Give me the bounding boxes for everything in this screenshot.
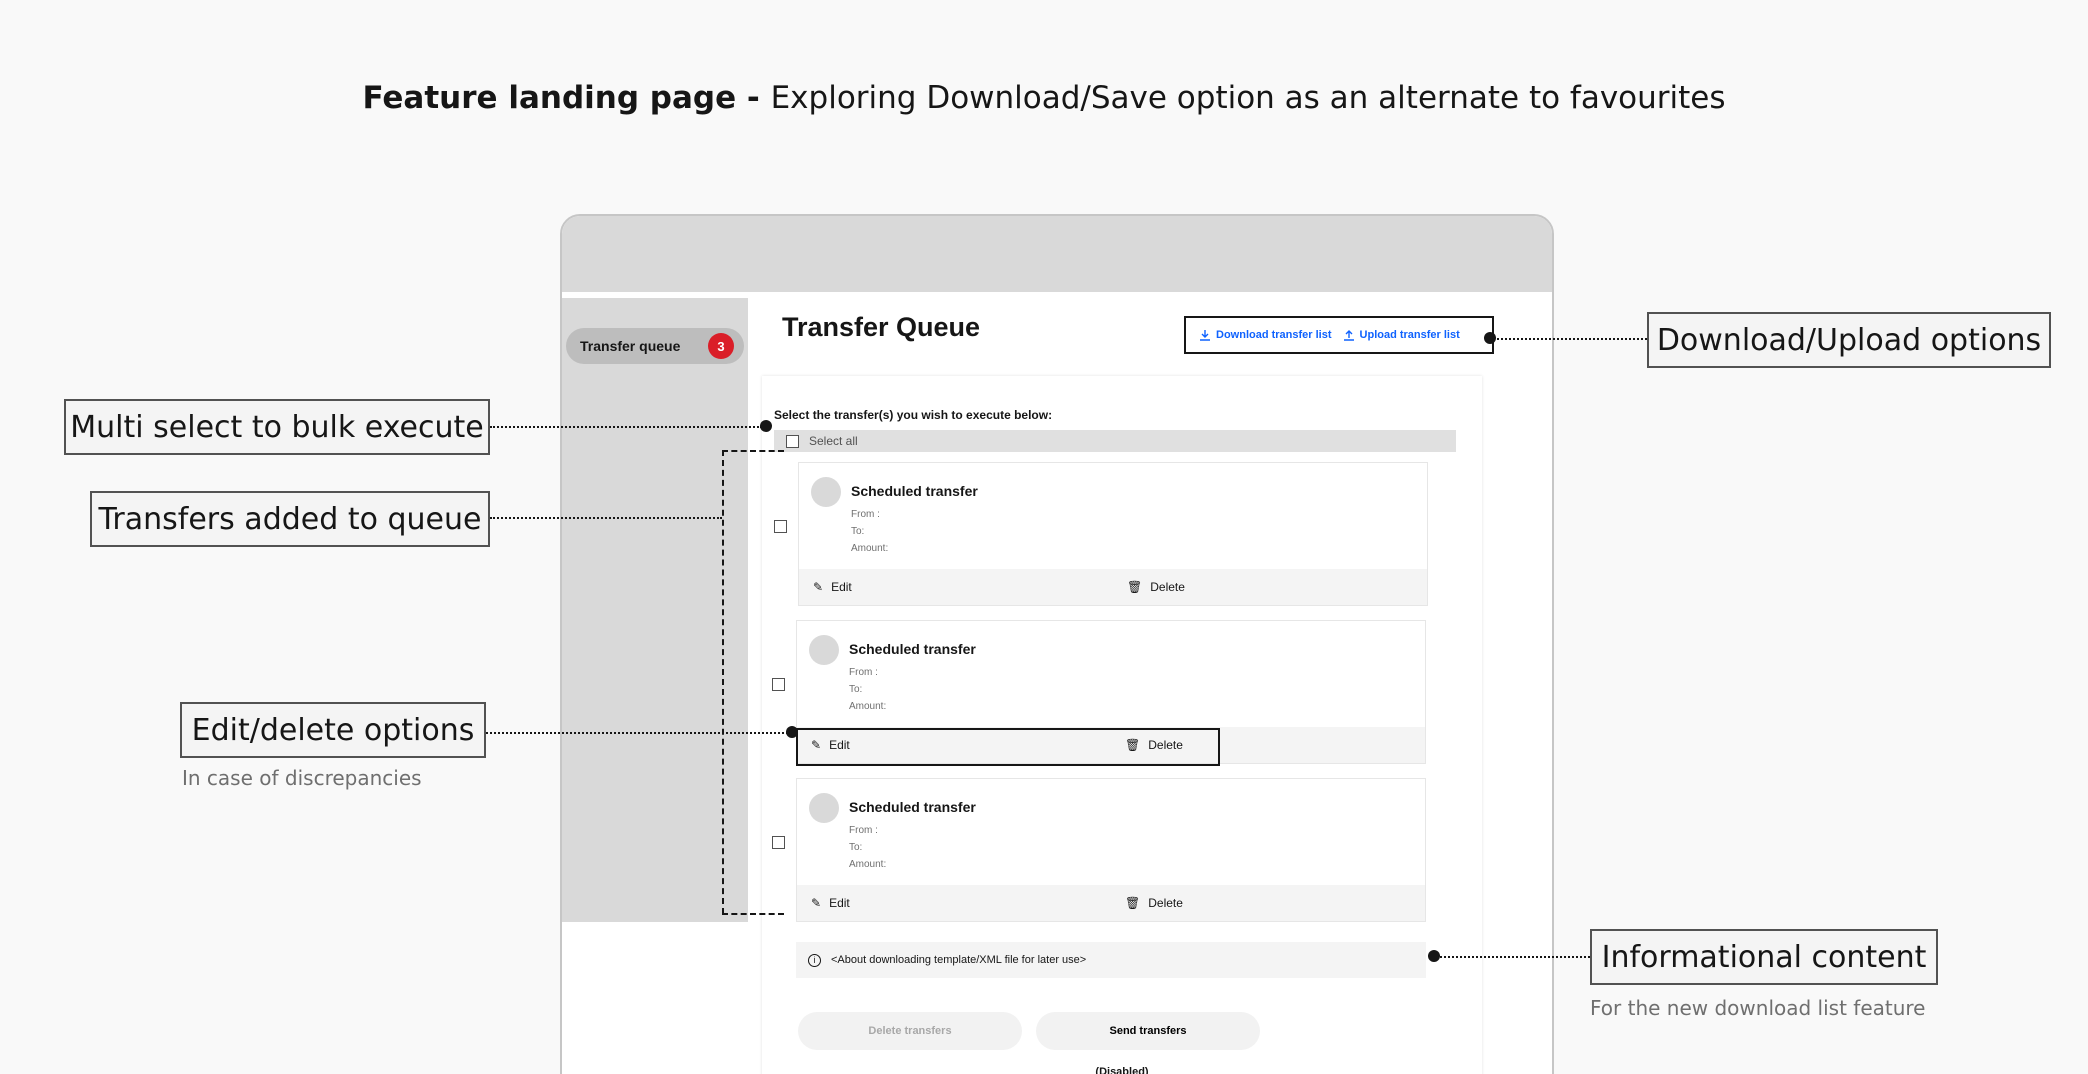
callout-download-upload: Download/Upload options bbox=[1647, 312, 2051, 368]
app-header-bar bbox=[562, 216, 1552, 292]
callout-transfers-added: Transfers added to queue bbox=[90, 491, 490, 547]
info-content-note: For the new download list feature bbox=[1590, 996, 1926, 1020]
callout-informational-content: Informational content bbox=[1590, 929, 1938, 985]
card-title: Scheduled transfer bbox=[849, 641, 976, 657]
delete-button[interactable]: 🗑 Delete bbox=[1111, 885, 1425, 921]
connector-line bbox=[1436, 956, 1590, 958]
select-all-checkbox[interactable] bbox=[786, 434, 799, 448]
card-title: Scheduled transfer bbox=[851, 483, 978, 499]
connector-line bbox=[1492, 338, 1647, 340]
delete-transfers-button[interactable]: Delete transfers bbox=[798, 1012, 1022, 1050]
sidebar-item-transfer-queue[interactable]: Transfer queue 3 bbox=[566, 328, 744, 364]
upload-transfer-list-link[interactable]: Upload transfer list bbox=[1343, 329, 1460, 341]
download-icon bbox=[1200, 329, 1210, 341]
sidebar-item-label: Transfer queue bbox=[580, 338, 681, 354]
connector-line bbox=[490, 517, 722, 519]
edit-icon: ✎ bbox=[811, 896, 822, 910]
edit-label: Edit bbox=[831, 580, 852, 594]
upload-label: Upload transfer list bbox=[1359, 329, 1460, 341]
download-transfer-list-link[interactable]: Download transfer list bbox=[1200, 329, 1332, 341]
card-checkbox[interactable] bbox=[772, 678, 785, 691]
card-title: Scheduled transfer bbox=[849, 799, 976, 815]
delete-button[interactable]: 🗑 Delete bbox=[1113, 569, 1427, 605]
queue-bracket-top bbox=[722, 450, 784, 452]
page-title: Feature landing page - Exploring Downloa… bbox=[0, 80, 2088, 116]
info-text: <About downloading template/XML file for… bbox=[831, 954, 1087, 966]
transfer-panel: Select the transfer(s) you wish to execu… bbox=[762, 376, 1482, 1074]
card-from: From : bbox=[849, 667, 878, 678]
callout-edit-delete: Edit/delete options bbox=[180, 702, 486, 758]
delete-icon: 🗑 bbox=[1125, 896, 1141, 910]
card-actions: ✎ Edit 🗑 Delete bbox=[797, 885, 1425, 921]
edit-button[interactable]: ✎ Edit bbox=[797, 885, 1111, 921]
card-to: To: bbox=[849, 842, 863, 853]
callout-multi-select: Multi select to bulk execute bbox=[64, 399, 490, 455]
transfer-card: Scheduled transfer From : To: Amount: ✎ E… bbox=[796, 778, 1426, 922]
connector-dot bbox=[760, 420, 772, 432]
queue-bracket-bottom bbox=[722, 913, 784, 915]
card-to: To: bbox=[851, 526, 865, 537]
avatar bbox=[809, 635, 839, 665]
connector-line bbox=[486, 732, 792, 734]
send-transfers-button[interactable]: Send transfers bbox=[1036, 1012, 1260, 1050]
card-to: To: bbox=[849, 684, 863, 695]
card-from: From : bbox=[849, 825, 878, 836]
info-icon: i bbox=[808, 953, 821, 967]
card-amount: Amount: bbox=[849, 859, 887, 870]
instruction-text: Select the transfer(s) you wish to execu… bbox=[774, 408, 1053, 422]
card-from: From : bbox=[851, 509, 880, 520]
sidebar: Transfer queue 3 bbox=[562, 298, 748, 922]
disabled-note: (Disabled) bbox=[1095, 1066, 1149, 1074]
edit-delete-highlight bbox=[796, 728, 1220, 766]
connector-line bbox=[490, 426, 762, 428]
page-title-bold: Feature landing page - bbox=[362, 80, 771, 116]
download-upload-group: Download transfer list Upload transfer l… bbox=[1184, 316, 1494, 354]
card-amount: Amount: bbox=[849, 701, 887, 712]
select-all-row[interactable]: Select all bbox=[774, 430, 1456, 452]
delete-label: Delete bbox=[1150, 580, 1185, 594]
edit-label: Edit bbox=[829, 896, 850, 910]
connector-dot bbox=[786, 726, 798, 738]
queue-bracket-line bbox=[722, 450, 724, 914]
edit-delete-note: In case of discrepancies bbox=[182, 766, 422, 790]
edit-icon: ✎ bbox=[813, 580, 824, 594]
card-checkbox[interactable] bbox=[774, 520, 787, 533]
delete-label: Delete bbox=[1148, 896, 1183, 910]
transfer-card: Scheduled transfer From : To: Amount: ✎ E… bbox=[798, 462, 1428, 606]
avatar bbox=[811, 477, 841, 507]
connector-dot bbox=[1428, 950, 1440, 962]
info-banner: i <About downloading template/XML file f… bbox=[796, 942, 1426, 978]
app-window: Transfer queue 3 Transfer Queue Download… bbox=[560, 214, 1554, 1074]
main-title: Transfer Queue bbox=[782, 312, 981, 342]
page-title-rest: Exploring Download/Save option as an alt… bbox=[770, 80, 1726, 116]
upload-icon bbox=[1343, 329, 1354, 341]
queue-count-badge: 3 bbox=[708, 333, 734, 359]
card-actions: ✎ Edit 🗑 Delete bbox=[799, 569, 1427, 605]
card-amount: Amount: bbox=[851, 543, 889, 554]
download-label: Download transfer list bbox=[1216, 329, 1332, 341]
avatar bbox=[809, 793, 839, 823]
delete-icon: 🗑 bbox=[1127, 580, 1143, 594]
edit-button[interactable]: ✎ Edit bbox=[799, 569, 1113, 605]
connector-dot bbox=[1484, 332, 1496, 344]
select-all-label: Select all bbox=[809, 434, 858, 448]
card-checkbox[interactable] bbox=[772, 836, 785, 849]
